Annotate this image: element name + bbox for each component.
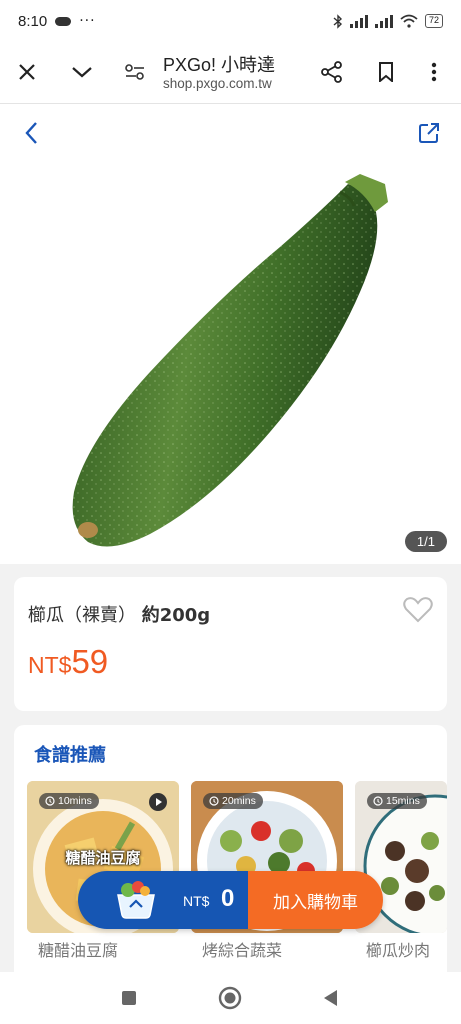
price-value: 59 xyxy=(71,643,109,680)
cart-summary[interactable]: NT$ 0 xyxy=(78,871,248,929)
recipe-time-badge: 15mins xyxy=(367,793,427,809)
image-counter: 1/1 xyxy=(404,531,447,552)
product-name-main: 櫛瓜（裸賣） xyxy=(28,605,136,626)
recipes-section: 食譜推薦 10mins 糖醋油豆腐 糖醋油豆腐 20mins 烤綜合蔬菜 15m… xyxy=(14,725,447,985)
recipe-name[interactable]: 櫛瓜炒肉 xyxy=(366,937,430,961)
chevron-down-icon[interactable] xyxy=(67,57,97,87)
browser-title: PXGo! 小時達 xyxy=(163,55,276,75)
cloud-icon xyxy=(55,16,72,26)
product-weight: 約200g xyxy=(141,605,211,626)
recipes-title: 食譜推薦 xyxy=(34,745,106,766)
product-info-card: 櫛瓜（裸賣） 約200g NT$59 xyxy=(14,577,447,711)
price-currency: NT$ xyxy=(28,652,72,678)
recipe-name[interactable]: 烤綜合蔬菜 xyxy=(202,937,282,961)
recipe-time: 10mins xyxy=(58,795,92,807)
product-price: NT$59 xyxy=(28,643,108,681)
share-icon[interactable] xyxy=(317,57,347,87)
recipe-overlay-title: 糖醋油豆腐 xyxy=(65,849,141,867)
status-time: 8:10 xyxy=(18,12,48,30)
status-more-dots: ··· xyxy=(79,13,96,29)
recipe-time: 15mins xyxy=(386,795,420,807)
browser-url[interactable]: shop.pxgo.com.tw xyxy=(163,76,272,91)
bookmark-icon[interactable] xyxy=(371,57,401,87)
add-to-cart-button[interactable]: 加入購物車 xyxy=(248,871,383,929)
recipe-time-badge: 10mins xyxy=(39,793,99,809)
product-name: 櫛瓜（裸賣） 約200g xyxy=(28,601,210,627)
browser-toolbar: PXGo! 小時達 shop.pxgo.com.tw xyxy=(0,42,461,104)
battery-icon: 72 xyxy=(424,14,443,28)
site-settings-icon[interactable] xyxy=(120,57,150,87)
page-header xyxy=(0,104,461,162)
cart-bar: NT$ 0 加入購物車 xyxy=(78,871,383,929)
recents-icon[interactable] xyxy=(117,986,141,1010)
system-navigation-bar xyxy=(0,972,461,1024)
external-link-icon[interactable] xyxy=(414,118,444,148)
product-image-carousel[interactable]: 1/1 xyxy=(0,162,461,564)
back-triangle-icon[interactable] xyxy=(318,986,342,1010)
bluetooth-icon xyxy=(333,13,343,29)
cart-amount: 0 xyxy=(221,885,235,912)
heart-icon[interactable] xyxy=(403,597,433,627)
zucchini-image xyxy=(72,174,388,547)
signal-icon xyxy=(349,14,368,28)
recipe-time-badge: 20mins xyxy=(203,793,263,809)
close-icon[interactable] xyxy=(12,57,42,87)
status-bar: 8:10 ··· 72 xyxy=(0,0,461,42)
back-icon[interactable] xyxy=(16,118,46,148)
play-icon[interactable] xyxy=(149,793,167,811)
timer-icon xyxy=(209,796,219,806)
timer-icon xyxy=(45,796,55,806)
wifi-icon xyxy=(400,14,418,28)
basket-icon xyxy=(117,881,155,919)
timer-icon xyxy=(373,796,383,806)
home-icon[interactable] xyxy=(218,986,242,1010)
signal-icon xyxy=(374,14,393,28)
recipe-time: 20mins xyxy=(222,795,256,807)
recipe-name[interactable]: 糖醋油豆腐 xyxy=(38,937,118,961)
more-icon[interactable] xyxy=(419,57,449,87)
cart-currency: NT$ xyxy=(183,893,210,909)
